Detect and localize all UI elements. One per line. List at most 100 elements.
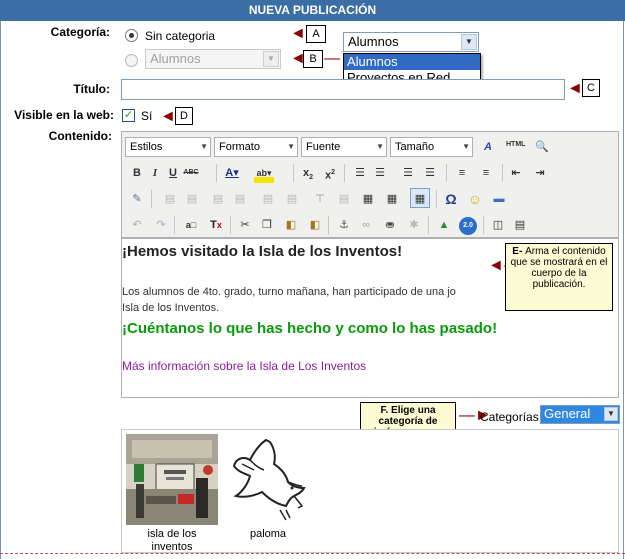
radio-sin-categoria[interactable] — [125, 29, 138, 42]
thumb-isla-de-los-inventos[interactable] — [126, 434, 218, 525]
template-icon[interactable]: ◫ — [488, 215, 508, 235]
table-insert-icon[interactable]: ▤ — [208, 189, 228, 209]
horizontal-rule-icon[interactable]: ▬ — [489, 189, 509, 209]
find-replace-icon[interactable]: a□ — [181, 215, 201, 235]
thumb-paloma[interactable] — [228, 434, 308, 525]
chevron-down-icon: ▼ — [263, 51, 279, 67]
paste-word-icon[interactable]: ◧ — [305, 215, 325, 235]
table-split-icon[interactable]: ▤ — [282, 189, 302, 209]
preview-icon[interactable]: 🔍 — [532, 137, 552, 157]
styles-select-label: Estilos — [130, 141, 163, 153]
align-justify-icon[interactable]: ☰ — [420, 163, 440, 183]
categorias-select-value: General — [544, 406, 591, 421]
categoria-select-value: Alumnos — [150, 51, 201, 66]
strikethrough-icon[interactable]: ABC — [181, 163, 201, 183]
radio-sin-categoria-label: Sin categoria — [145, 29, 216, 43]
html-source-button[interactable]: HTML — [506, 141, 525, 148]
open-select-value: Alumnos — [348, 34, 399, 49]
font-select-label: Fuente — [306, 141, 341, 153]
table-col-icon[interactable]: ▤ — [182, 189, 202, 209]
toolbar-separator — [428, 216, 429, 234]
paste-icon[interactable]: ◧ — [281, 215, 301, 235]
align-center-icon[interactable]: ☰ — [370, 163, 390, 183]
content-paragraph-line2: Isla de los Inventos. — [122, 302, 220, 314]
cut-icon[interactable]: ✂ — [235, 215, 255, 235]
unlink-icon[interactable]: ✱ — [404, 215, 424, 235]
smiley-icon[interactable]: ☺ — [465, 189, 485, 209]
web20-icon[interactable]: 2.0 — [459, 217, 477, 235]
table-row-icon[interactable]: ▤ — [160, 189, 180, 209]
dropdown-option-alumnos[interactable]: Alumnos — [344, 54, 480, 70]
outdent-icon[interactable]: ⇤ — [506, 163, 526, 183]
link-icon[interactable]: ∞ — [356, 215, 376, 235]
callout-b: B — [303, 50, 323, 68]
isla-photo-icon — [126, 434, 218, 525]
table-cell-icon[interactable]: ▤ — [334, 189, 354, 209]
edit-icon[interactable]: ✎ — [127, 189, 147, 209]
bottom-dashed-border — [0, 553, 625, 554]
table-props-icon[interactable]: ⊤ — [310, 189, 330, 209]
titulo-input[interactable] — [121, 79, 565, 100]
callout-a: A — [306, 25, 326, 43]
subscript-icon[interactable]: x2 — [298, 163, 318, 183]
size-select[interactable]: Tamaño ▼ — [390, 137, 473, 157]
visible-checkbox-label: Sí — [141, 109, 153, 123]
numbered-list-icon[interactable]: ≡ — [452, 163, 472, 183]
insert-table-icon[interactable]: ▦ — [410, 188, 430, 208]
undo-icon[interactable]: ↶ — [127, 215, 147, 235]
underline-icon[interactable]: U — [163, 163, 183, 183]
right-border — [623, 21, 624, 559]
italic-icon[interactable]: I — [145, 163, 165, 183]
bold-icon[interactable]: B — [127, 163, 147, 183]
callout-f-prefix: F. — [380, 405, 389, 416]
clear-format-icon[interactable]: Tx — [206, 215, 226, 235]
toolbar-separator — [293, 164, 294, 182]
toolbar-separator — [436, 190, 437, 208]
toolbar-separator — [502, 164, 503, 182]
align-left-icon[interactable]: ☰ — [350, 163, 370, 183]
font-select[interactable]: Fuente ▼ — [301, 137, 387, 157]
align-right-icon[interactable]: ☰ — [398, 163, 418, 183]
visible-checkbox[interactable]: ✓ — [122, 109, 135, 122]
format-select-label: Formato — [219, 141, 260, 153]
content-paragraph-line1: Los alumnos de 4to. grado, turno mañana,… — [122, 286, 456, 298]
table-merge-icon[interactable]: ▤ — [258, 189, 278, 209]
image-icon[interactable]: ▲ — [434, 215, 454, 235]
redo-icon[interactable]: ↷ — [151, 215, 171, 235]
anchor-icon[interactable]: ⚓ — [334, 215, 354, 235]
categoria-label: Categoría: — [50, 25, 110, 39]
content-green-heading: ¡Cuéntanos lo que has hecho y como lo ha… — [122, 320, 498, 337]
highlight-color-icon[interactable]: ab▾ — [254, 163, 274, 183]
categoria-select-open[interactable]: Alumnos ▼ — [343, 32, 479, 52]
radio-categoria[interactable] — [125, 54, 138, 67]
text-style-icon[interactable]: A — [478, 137, 498, 157]
text-color-icon[interactable]: A▾ — [222, 163, 242, 183]
superscript-icon[interactable]: x2 — [320, 163, 340, 183]
table-layout-icon[interactable]: ▦ — [358, 189, 378, 209]
copy-icon[interactable]: ❐ — [257, 215, 277, 235]
chevron-down-icon: ▼ — [461, 34, 477, 50]
table-delete-icon[interactable]: ▤ — [230, 189, 250, 209]
styles-select[interactable]: Estilos ▼ — [125, 137, 211, 157]
size-select-label: Tamaño — [395, 141, 435, 153]
categoria-select-disabled[interactable]: Alumnos ▼ — [145, 49, 281, 69]
format-select[interactable]: Formato ▼ — [214, 137, 298, 157]
callout-e-prefix: E- — [512, 246, 523, 257]
sitemap-icon[interactable]: ⛂ — [380, 215, 400, 235]
page-header: NUEVA PUBLICACIÓN — [0, 0, 625, 21]
left-border — [0, 21, 1, 559]
toolbar-separator — [446, 164, 447, 182]
toolbar-separator — [216, 164, 217, 182]
bullet-list-icon[interactable]: ≡ — [476, 163, 496, 183]
indent-icon[interactable]: ⇥ — [530, 163, 550, 183]
categorias-select[interactable]: General ▼ — [540, 405, 620, 424]
visible-label: Visible en la web: — [14, 108, 114, 122]
dove-drawing-icon — [228, 434, 308, 525]
callout-d: D — [175, 107, 193, 125]
thumb-caption-paloma: paloma — [249, 528, 287, 540]
content-info-link[interactable]: Más información sobre la Isla de Los Inv… — [122, 359, 366, 373]
special-char-icon[interactable]: Ω — [441, 189, 461, 209]
page-break-icon[interactable]: ▤ — [510, 215, 530, 235]
table-grid-icon[interactable]: ▦ — [382, 189, 402, 209]
chevron-down-icon: ▼ — [287, 142, 295, 151]
